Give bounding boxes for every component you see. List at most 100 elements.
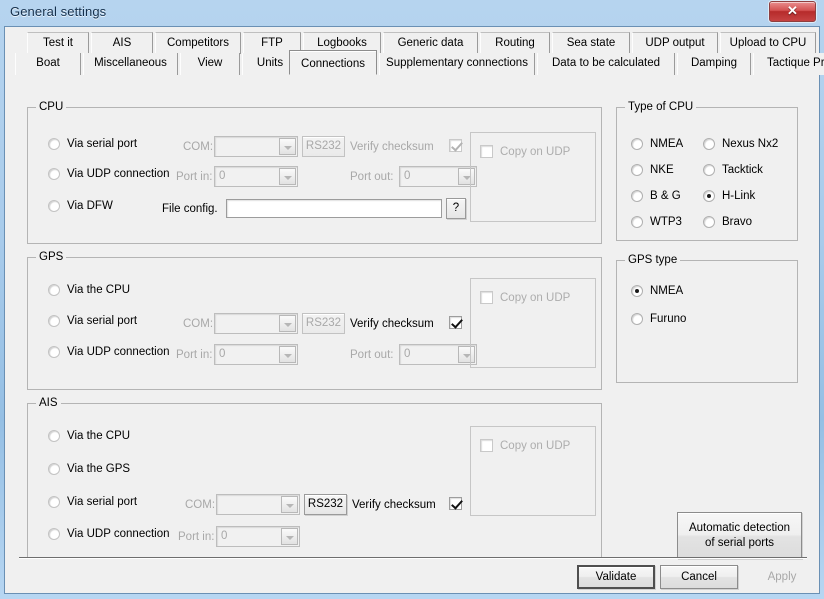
- radio-dot-icon: [631, 313, 643, 325]
- radio-gps-via-the-cpu[interactable]: Via the CPU: [48, 284, 130, 296]
- gps-port-out-value: 0: [404, 348, 411, 360]
- tab-connections[interactable]: Connections: [289, 50, 377, 75]
- ais-com-select[interactable]: [216, 494, 300, 515]
- radio-dot-icon: [48, 168, 60, 180]
- gps-copy-on-udp-checkbox[interactable]: Copy on UDP: [480, 291, 570, 304]
- radio-cpu-via-dfw[interactable]: Via DFW: [48, 200, 113, 212]
- tab-supplementary-connections[interactable]: Supplementary connections: [379, 53, 535, 75]
- automatic-detection-button[interactable]: Automatic detection of serial ports: [677, 512, 802, 559]
- radio-dot-icon: [48, 346, 60, 358]
- tab-view[interactable]: View: [180, 53, 240, 75]
- gps-copy-on-udp-panel: Copy on UDP: [470, 278, 596, 368]
- ais-copy-on-udp-checkbox[interactable]: Copy on UDP: [480, 439, 570, 452]
- radio-ais-via-the-gps[interactable]: Via the GPS: [48, 463, 130, 475]
- ais-rs232-button[interactable]: RS232: [304, 494, 347, 515]
- gps-port-out-label: Port out:: [350, 349, 394, 361]
- cpu-rs232-button[interactable]: RS232: [302, 136, 345, 157]
- ais-port-in-select[interactable]: 0: [216, 526, 300, 547]
- connections-panel: CPU Via serial port COM: RS232 Verify ch…: [15, 75, 811, 575]
- radio-dot-icon: [631, 190, 643, 202]
- radio-ais-via-the-cpu[interactable]: Via the CPU: [48, 430, 130, 442]
- cpu-copy-on-udp-checkbox[interactable]: Copy on UDP: [480, 145, 570, 158]
- tab-ais[interactable]: AIS: [91, 32, 153, 54]
- radio-dot-icon: [703, 190, 715, 202]
- group-type-of-cpu-legend: Type of CPU: [625, 101, 697, 113]
- radio-label: NMEA: [650, 285, 684, 297]
- tab-row-2: Boat Miscellaneous View Units Connection…: [15, 50, 824, 75]
- footer-separator: [19, 557, 807, 559]
- cancel-button[interactable]: Cancel: [660, 565, 738, 589]
- radio-label: Nexus Nx2: [722, 138, 779, 150]
- radio-label: Via UDP connection: [67, 168, 170, 180]
- checkbox-icon: [480, 291, 493, 304]
- cpu-file-config-field[interactable]: [226, 199, 442, 218]
- radio-cpu-via-udp-connection[interactable]: Via UDP connection: [48, 168, 170, 180]
- radio-dot-icon: [48, 200, 60, 212]
- tab-upload-to-cpu[interactable]: Upload to CPU: [720, 32, 816, 54]
- gps-port-in-select[interactable]: 0: [214, 344, 298, 365]
- cpu-port-in-select[interactable]: 0: [214, 166, 298, 187]
- radio-cpu-type-wtp3[interactable]: WTP3: [631, 216, 682, 228]
- cpu-port-out-select[interactable]: 0: [399, 166, 477, 187]
- cpu-file-config-input[interactable]: [227, 200, 441, 217]
- radio-cpu-type-h-link[interactable]: H-Link: [703, 190, 755, 202]
- close-button[interactable]: ✕: [769, 1, 816, 22]
- radio-ais-via-udp-connection[interactable]: Via UDP connection: [48, 528, 170, 540]
- gps-rs232-button[interactable]: RS232: [302, 313, 345, 334]
- tab-competitors[interactable]: Competitors: [155, 32, 241, 54]
- radio-label: Via DFW: [67, 200, 113, 212]
- validate-button[interactable]: Validate: [577, 565, 655, 589]
- cpu-file-config-help-button[interactable]: ?: [446, 198, 466, 219]
- radio-cpu-via-serial-port[interactable]: Via serial port: [48, 138, 137, 150]
- tab-udp-output[interactable]: UDP output: [632, 32, 718, 54]
- ais-copy-on-udp-panel: Copy on UDP: [470, 426, 596, 516]
- checkbox-icon: [480, 439, 493, 452]
- radio-label: Via the GPS: [67, 463, 131, 475]
- radio-cpu-type-tacktick[interactable]: Tacktick: [703, 164, 763, 176]
- cpu-verify-checksum-checkbox[interactable]: [449, 139, 462, 152]
- gps-port-out-select[interactable]: 0: [399, 344, 477, 365]
- radio-gps-via-serial-port[interactable]: Via serial port: [48, 315, 137, 327]
- tab-sea-state[interactable]: Sea state: [552, 32, 630, 54]
- tab-miscellaneous[interactable]: Miscellaneous: [83, 53, 178, 75]
- gps-com-select[interactable]: [214, 313, 298, 334]
- radio-cpu-type-nexus-nx2[interactable]: Nexus Nx2: [703, 138, 778, 150]
- checkbox-icon: [480, 145, 493, 158]
- tab-generic-data[interactable]: Generic data: [383, 32, 478, 54]
- tab-routing[interactable]: Routing: [480, 32, 550, 54]
- radio-gps-type-furuno[interactable]: Furuno: [631, 313, 686, 325]
- apply-button[interactable]: Apply: [743, 565, 821, 589]
- tab-boat[interactable]: Boat: [15, 53, 81, 75]
- tab-tactique-pro[interactable]: Tactique Pro: [753, 53, 824, 75]
- radio-cpu-type-b-and-g[interactable]: B & G: [631, 190, 681, 202]
- radio-cpu-type-nke[interactable]: NKE: [631, 164, 674, 176]
- radio-label: Bravo: [722, 216, 753, 228]
- chevron-down-icon: [281, 528, 298, 545]
- radio-cpu-type-bravo[interactable]: Bravo: [703, 216, 752, 228]
- tab-data-to-be-calculated[interactable]: Data to be calculated: [537, 53, 675, 75]
- gps-port-in-label: Port in:: [176, 349, 213, 361]
- group-gps-type-legend: GPS type: [625, 254, 681, 266]
- cpu-com-select[interactable]: [214, 136, 298, 157]
- ais-port-in-value: 0: [221, 530, 228, 542]
- radio-label: Via serial port: [67, 138, 138, 150]
- cpu-copy-on-udp-panel: Copy on UDP: [470, 132, 596, 222]
- gps-verify-checksum-label: Verify checksum: [350, 318, 434, 330]
- radio-label: Via UDP connection: [67, 528, 170, 540]
- radio-gps-via-udp-connection[interactable]: Via UDP connection: [48, 346, 170, 358]
- radio-cpu-type-nmea[interactable]: NMEA: [631, 138, 683, 150]
- radio-ais-via-serial-port[interactable]: Via serial port: [48, 496, 137, 508]
- radio-label: Via serial port: [67, 496, 138, 508]
- chevron-down-icon: [281, 496, 298, 513]
- gps-verify-checksum-checkbox[interactable]: [449, 316, 462, 329]
- group-ais: AIS Via the CPU Via the GPS Via serial p…: [27, 397, 602, 558]
- radio-dot-icon: [631, 216, 643, 228]
- tab-test-it[interactable]: Test it: [27, 32, 89, 54]
- radio-dot-icon: [48, 496, 60, 508]
- ais-verify-checksum-checkbox[interactable]: [449, 497, 462, 510]
- radio-gps-type-nmea[interactable]: NMEA: [631, 285, 683, 297]
- tab-damping[interactable]: Damping: [677, 53, 751, 75]
- radio-label: Via UDP connection: [67, 346, 170, 358]
- ais-port-in-label: Port in:: [178, 531, 215, 543]
- gps-copy-on-udp-label: Copy on UDP: [500, 291, 571, 304]
